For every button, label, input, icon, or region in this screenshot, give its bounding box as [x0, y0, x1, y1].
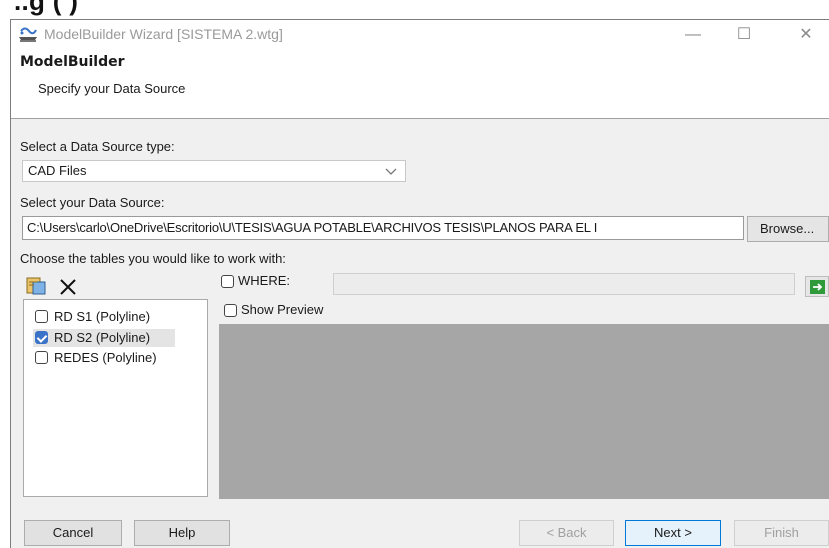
green-arrow-icon — [810, 280, 825, 294]
list-item[interactable]: REDES (Polyline) — [35, 349, 205, 367]
modelbuilder-app-icon — [19, 27, 37, 42]
table-label: RD S1 (Polyline) — [54, 309, 151, 324]
source-type-value: CAD Files — [28, 163, 87, 178]
list-item[interactable]: RD S1 (Polyline) — [35, 308, 205, 326]
table-checkbox[interactable] — [35, 310, 48, 323]
browse-button[interactable]: Browse... — [747, 216, 829, 242]
select-all-icon[interactable] — [26, 276, 48, 296]
list-item[interactable]: RD S2 (Polyline) — [33, 329, 205, 347]
minimize-button[interactable]: — — [670, 20, 716, 50]
next-button[interactable]: Next > — [625, 520, 721, 546]
table-checkbox[interactable] — [35, 331, 48, 344]
table-label: RD S2 (Polyline) — [54, 330, 151, 345]
tables-label: Choose the tables you would like to work… — [20, 251, 286, 266]
preview-pane — [219, 324, 829, 499]
source-type-label: Select a Data Source type: — [20, 139, 175, 154]
where-clause-field[interactable] — [333, 273, 795, 295]
wizard-subtitle: Specify your Data Source — [38, 81, 186, 96]
show-preview-checkbox[interactable] — [224, 304, 237, 317]
apply-where-button[interactable] — [805, 276, 829, 297]
wizard-title: ModelBuilder — [20, 54, 125, 70]
close-button[interactable]: ✕ — [783, 20, 829, 50]
finish-button[interactable]: Finish — [734, 520, 829, 546]
cutoff-text: ..g ( ) — [14, 0, 79, 16]
back-button[interactable]: < Back — [519, 520, 614, 546]
data-source-path-value: C:\Users\carlo\OneDrive\Escritorio\U\TES… — [27, 220, 598, 235]
cancel-button[interactable]: Cancel — [24, 520, 122, 546]
show-preview-label: Show Preview — [241, 302, 324, 317]
help-button[interactable]: Help — [134, 520, 230, 546]
where-label: WHERE: — [238, 273, 290, 288]
window-title: ModelBuilder Wizard [SISTEMA 2.wtg] — [44, 26, 283, 42]
data-source-label: Select your Data Source: — [20, 195, 165, 210]
clear-selection-icon[interactable] — [58, 277, 78, 297]
maximize-button[interactable]: ☐ — [721, 20, 767, 50]
table-label: REDES (Polyline) — [54, 350, 157, 365]
where-checkbox[interactable] — [221, 275, 234, 288]
chevron-down-icon — [385, 168, 397, 175]
table-checkbox[interactable] — [35, 351, 48, 364]
